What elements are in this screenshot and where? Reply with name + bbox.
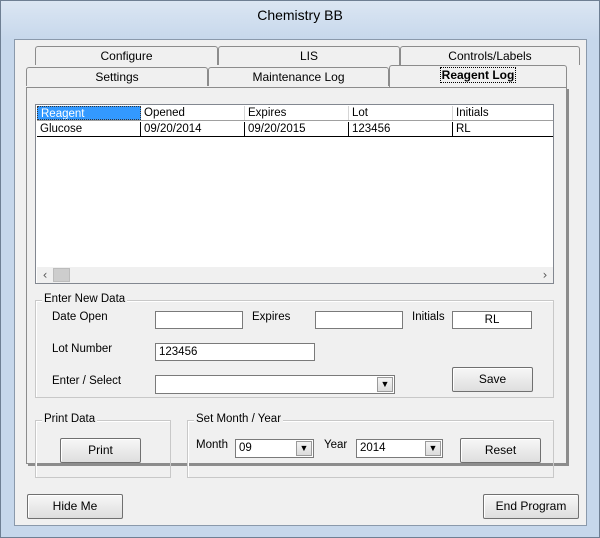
- chevron-down-icon[interactable]: ▼: [377, 377, 393, 392]
- chevron-down-icon[interactable]: ▼: [425, 441, 441, 456]
- reagent-log-panel: Reagent Opened Expires Lot Initials Gluc…: [26, 87, 567, 478]
- tab-settings[interactable]: Settings: [26, 67, 208, 86]
- print-data-group: Print Data Print: [35, 413, 171, 478]
- set-month-year-title: Set Month / Year: [194, 413, 284, 425]
- enter-new-data-title: Enter New Data: [42, 293, 128, 305]
- enter-select-label: Enter / Select: [52, 375, 122, 387]
- date-open-field[interactable]: [155, 311, 243, 329]
- cell-lot: 123456: [349, 122, 453, 136]
- table-row[interactable]: Glucose 09/20/2014 09/20/2015 123456 RL: [37, 122, 553, 137]
- column-header-reagent[interactable]: Reagent: [37, 106, 141, 120]
- table-header: Reagent Opened Expires Lot Initials: [37, 106, 553, 121]
- column-header-initials[interactable]: Initials: [453, 106, 553, 120]
- month-select[interactable]: 09 ▼: [235, 439, 314, 458]
- horizontal-scrollbar[interactable]: ‹ ›: [37, 267, 553, 283]
- reagent-table[interactable]: Reagent Opened Expires Lot Initials Gluc…: [35, 104, 554, 284]
- cell-reagent: Glucose: [37, 122, 141, 136]
- end-program-button[interactable]: End Program: [483, 494, 579, 519]
- tab-lis[interactable]: LIS: [218, 46, 400, 65]
- print-data-title: Print Data: [42, 413, 98, 425]
- tab-controls-labels[interactable]: Controls/Labels: [400, 46, 580, 65]
- reset-button[interactable]: Reset: [460, 438, 541, 463]
- app-window: Chemistry BB Configure LIS Controls/Labe…: [0, 0, 600, 538]
- cell-opened: 09/20/2014: [141, 122, 245, 136]
- chevron-down-icon[interactable]: ▼: [296, 441, 312, 456]
- year-value: 2014: [360, 442, 386, 454]
- expires-label: Expires: [252, 311, 291, 323]
- column-header-lot[interactable]: Lot: [349, 106, 453, 120]
- scroll-right-icon[interactable]: ›: [537, 267, 553, 283]
- client-area: Configure LIS Controls/Labels Settings M…: [14, 39, 587, 526]
- scroll-left-icon[interactable]: ‹: [37, 267, 53, 283]
- set-month-year-group: Set Month / Year Month 09 ▼ Year 2014 ▼ …: [187, 413, 554, 478]
- initials-field[interactable]: RL: [452, 311, 532, 329]
- enter-new-data-group: Enter New Data Date Open Expires Initial…: [35, 293, 554, 398]
- cell-expires: 09/20/2015: [245, 122, 349, 136]
- lot-number-label: Lot Number: [52, 343, 113, 355]
- lot-number-field[interactable]: 123456: [155, 343, 315, 361]
- month-value: 09: [239, 442, 252, 454]
- year-label: Year: [324, 439, 348, 451]
- window-title: Chemistry BB: [257, 7, 343, 23]
- tab-reagent-log[interactable]: Reagent Log: [389, 65, 567, 87]
- scroll-thumb[interactable]: [53, 268, 70, 282]
- column-header-opened[interactable]: Opened: [141, 106, 245, 120]
- expires-field[interactable]: [315, 311, 403, 329]
- tab-maintenance-log[interactable]: Maintenance Log: [208, 67, 389, 86]
- month-label: Month: [196, 439, 228, 451]
- enter-select-combo[interactable]: ▼: [155, 375, 395, 394]
- column-header-expires[interactable]: Expires: [245, 106, 349, 120]
- tab-configure[interactable]: Configure: [35, 46, 218, 65]
- save-button[interactable]: Save: [452, 367, 533, 392]
- year-select[interactable]: 2014 ▼: [356, 439, 443, 458]
- initials-label: Initials: [412, 311, 445, 323]
- print-button[interactable]: Print: [60, 438, 141, 463]
- hide-me-button[interactable]: Hide Me: [27, 494, 123, 519]
- date-open-label: Date Open: [52, 311, 108, 323]
- cell-initials: RL: [456, 123, 471, 135]
